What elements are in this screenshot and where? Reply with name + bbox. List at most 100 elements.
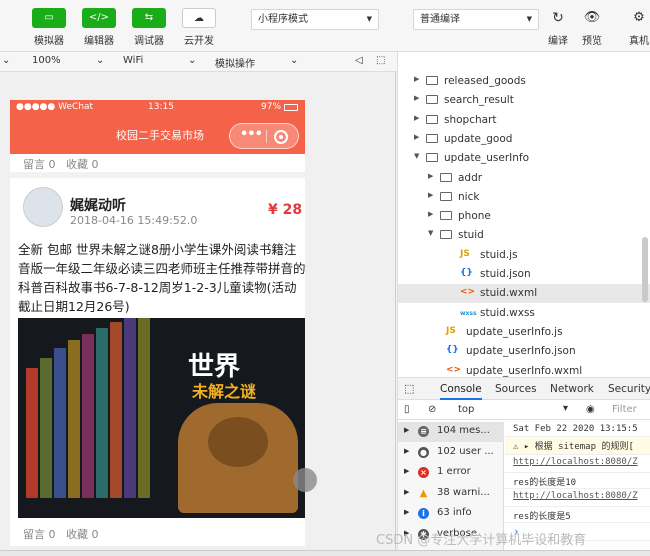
chevron-down-icon[interactable]: ⌄ xyxy=(188,55,196,66)
console-filter-label: 63 info xyxy=(437,507,472,518)
file-tree-item[interactable]: ▶ phone xyxy=(398,207,650,226)
tab-console[interactable]: Console xyxy=(440,383,482,400)
chevron-right-icon[interactable]: ▶ xyxy=(414,133,419,141)
chevron-right-icon[interactable]: ▶ xyxy=(404,488,409,496)
chevron-right-icon[interactable]: ▶ xyxy=(428,172,433,180)
real-device-button[interactable]: ⚙ 真机 xyxy=(614,8,650,47)
tab-network[interactable]: Network xyxy=(550,383,594,395)
battery-label: 97% xyxy=(261,102,282,112)
file-tree-item[interactable]: wxss stuid.wxss xyxy=(398,304,650,323)
file-tree-item[interactable]: ▶ shopchart xyxy=(398,111,650,130)
close-miniprogram-icon[interactable] xyxy=(274,130,288,144)
favorite-count[interactable]: 收藏 0 xyxy=(66,526,99,542)
chevron-down-icon[interactable]: ⌄ xyxy=(96,55,104,66)
file-tree-label: addr xyxy=(458,171,483,184)
file-tree-item[interactable]: ▶ search_result xyxy=(398,91,650,110)
file-tree-label: stuid xyxy=(458,229,484,242)
console-filter-item[interactable]: ▶ ▲ 38 warni... xyxy=(398,484,504,504)
book-spine xyxy=(138,318,150,498)
chevron-right-icon[interactable]: ▶ xyxy=(404,508,409,516)
scrollbar[interactable] xyxy=(642,237,648,302)
network-select[interactable]: WiFi xyxy=(123,55,143,66)
phone-screen: ●●●●● WeChat 13:15 97% 校园二手交易市场 ••• 留言 0… xyxy=(10,100,305,546)
console-filter-item[interactable]: ▶ × 1 error xyxy=(398,463,504,483)
folder-icon xyxy=(440,172,452,182)
console-filter-item[interactable]: ▶ ≡ 104 mes... xyxy=(398,422,504,442)
chevron-down-icon[interactable]: ⌄ xyxy=(290,55,298,66)
chevron-right-icon[interactable]: ▶ xyxy=(414,75,419,83)
comment-count[interactable]: 留言 0 xyxy=(23,526,56,542)
file-tree-item[interactable]: ▶ nick xyxy=(398,188,650,207)
chevron-right-icon[interactable]: ▶ xyxy=(404,426,409,434)
preview-button[interactable]: 👁 预览 xyxy=(567,8,617,47)
editor-label: 编辑器 xyxy=(84,36,114,47)
file-tree-item[interactable]: ▼ update_userInfo xyxy=(398,149,650,168)
error-icon: × xyxy=(418,467,429,478)
post-date: 2018-04-16 15:49:52.0 xyxy=(70,214,198,227)
chevron-right-icon[interactable]: ▶ xyxy=(414,114,419,122)
clear-console-icon[interactable]: ⊘ xyxy=(428,404,436,415)
debugger-button[interactable]: ⇆ 调试器 xyxy=(124,8,174,47)
mode-select[interactable]: 小程序模式 ▼ xyxy=(251,9,379,30)
console-filter-item[interactable]: ▶ ● 102 user ... xyxy=(398,443,504,463)
zoom-select[interactable]: 100% xyxy=(32,55,61,66)
chevron-down-icon[interactable]: ▾ xyxy=(563,403,568,414)
console-message[interactable]: http://localhost:8080/Z xyxy=(505,455,650,473)
file-tree-item[interactable]: JS stuid.js xyxy=(398,246,650,265)
file-tree-item[interactable]: {} stuid.json xyxy=(398,265,650,284)
chevron-right-icon[interactable]: ▶ xyxy=(428,210,433,218)
product-image[interactable]: 世界 未解之谜 xyxy=(18,318,305,518)
file-tree-item[interactable]: {} update_userInfo.json xyxy=(398,342,650,361)
console-message: ⚠ ▸ 根据 sitemap 的规则[ xyxy=(505,437,650,455)
console-filter-item[interactable]: ▶ i 63 info xyxy=(398,504,504,524)
chevron-right-icon[interactable]: ▶ xyxy=(428,191,433,199)
file-tree-item[interactable]: ▶ update_good xyxy=(398,130,650,149)
file-tree-item[interactable]: <> stuid.wxml xyxy=(398,284,650,304)
capsule-menu[interactable]: ••• xyxy=(229,123,299,149)
avatar[interactable] xyxy=(23,187,63,227)
compile-select[interactable]: 普通编译 ▼ xyxy=(413,9,539,30)
file-tree-label: stuid.json xyxy=(480,268,531,280)
folder-icon xyxy=(426,95,438,105)
file-explorer: ▶ released_goods ▶ search_result ▶ shopchart ▶… xyxy=(397,52,650,377)
devtools-panel: ⬚ Console Sources Network Security ▯ ⊘ t… xyxy=(397,377,650,551)
chevron-right-icon[interactable]: ▶ xyxy=(404,447,409,455)
inspect-icon[interactable]: ⬚ xyxy=(404,382,414,395)
warning-icon: ▲ xyxy=(419,487,428,499)
console-message[interactable]: http://localhost:8080/Z xyxy=(505,489,650,507)
chevron-down-icon[interactable]: ▼ xyxy=(428,229,433,237)
file-tree-item[interactable]: ▶ released_goods xyxy=(398,72,650,91)
favorite-count[interactable]: 收藏 0 xyxy=(66,156,99,172)
operation-select[interactable]: 模拟操作 xyxy=(215,55,255,70)
cloud-dev-button[interactable]: ☁ 云开发 xyxy=(174,8,224,47)
eye-icon[interactable]: ◉ xyxy=(586,404,595,415)
chevron-right-icon[interactable]: ▶ xyxy=(414,94,419,102)
file-tree-item[interactable]: ▶ addr xyxy=(398,169,650,188)
file-tree-item[interactable]: ▼ stuid xyxy=(398,226,650,245)
editor-button[interactable]: </> 编辑器 xyxy=(74,8,124,47)
js-file-icon: JS xyxy=(460,248,470,259)
post-description[interactable]: 全新 包邮 世界未解之谜8册小学生课外阅读书籍注音版一年级二年级必读三四老师班主… xyxy=(18,240,305,316)
filter-input[interactable]: Filter xyxy=(612,404,637,415)
file-tree-item[interactable]: JS update_userInfo.js xyxy=(398,323,650,342)
volume-icon[interactable]: ◁ xyxy=(355,55,363,66)
console-link[interactable]: http://localhost:8080/Z xyxy=(513,457,638,467)
chevron-down-icon[interactable]: ⌄ xyxy=(2,55,10,66)
fullscreen-icon[interactable]: ⬚ xyxy=(376,55,385,66)
refresh-icon: ↻ xyxy=(552,10,564,26)
console-link[interactable]: http://localhost:8080/Z xyxy=(513,491,638,501)
chevron-right-icon[interactable]: ▶ xyxy=(404,467,409,475)
json-file-icon: {} xyxy=(460,268,473,278)
tab-sources[interactable]: Sources xyxy=(495,383,537,395)
gear-icon: ⚙ xyxy=(633,10,645,25)
console-text: res的长度是5 xyxy=(513,512,571,522)
phone-icon: ▭ xyxy=(32,8,66,28)
comment-count[interactable]: 留言 0 xyxy=(23,156,56,172)
tab-security[interactable]: Security xyxy=(608,383,650,395)
sidebar-toggle-icon[interactable]: ▯ xyxy=(404,404,410,415)
simulator-button[interactable]: ▭ 模拟器 xyxy=(24,8,74,47)
chevron-down-icon[interactable]: ▼ xyxy=(414,152,419,160)
more-icon[interactable]: ••• xyxy=(240,127,263,142)
context-select[interactable]: top xyxy=(458,404,474,415)
file-tree-label: stuid.js xyxy=(480,248,518,261)
